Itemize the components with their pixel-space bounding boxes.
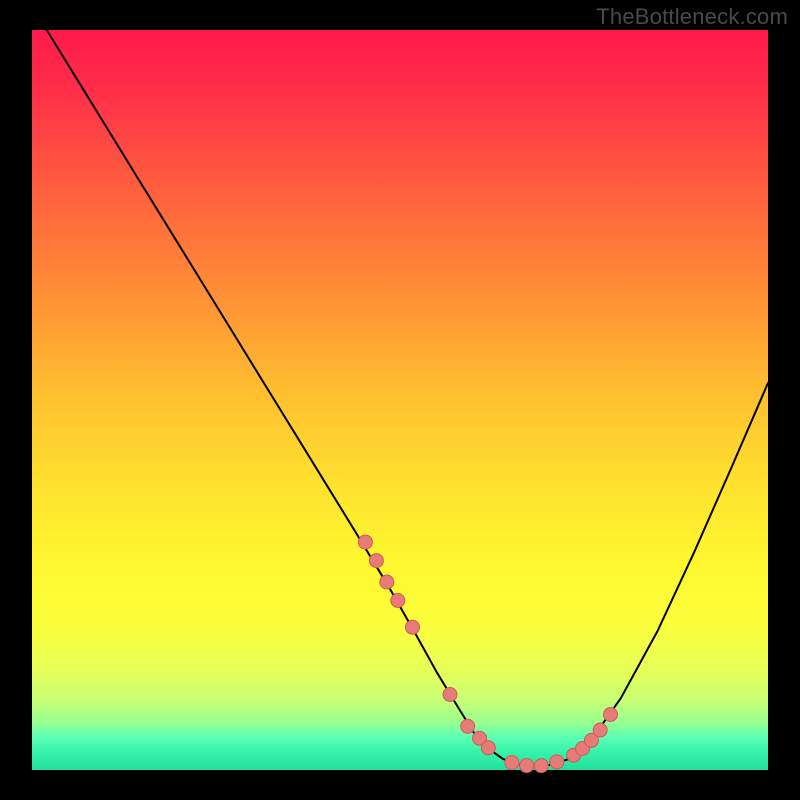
fit-marker — [534, 759, 548, 773]
fit-marker — [358, 535, 372, 549]
fit-marker — [380, 575, 394, 589]
fit-marker — [406, 620, 420, 634]
fit-marker — [461, 719, 475, 733]
fit-marker — [505, 756, 519, 770]
fit-marker — [443, 688, 457, 702]
gradient-background — [32, 30, 768, 770]
fit-marker — [520, 759, 534, 773]
fit-marker — [604, 708, 618, 722]
fit-marker — [550, 755, 564, 769]
fit-marker — [481, 741, 495, 755]
watermark-text: TheBottleneck.com — [596, 4, 788, 30]
chart-frame: TheBottleneck.com — [0, 0, 800, 800]
fit-marker — [593, 723, 607, 737]
fit-marker — [369, 554, 383, 568]
fit-marker — [391, 594, 405, 608]
bottleneck-plot — [0, 0, 800, 800]
